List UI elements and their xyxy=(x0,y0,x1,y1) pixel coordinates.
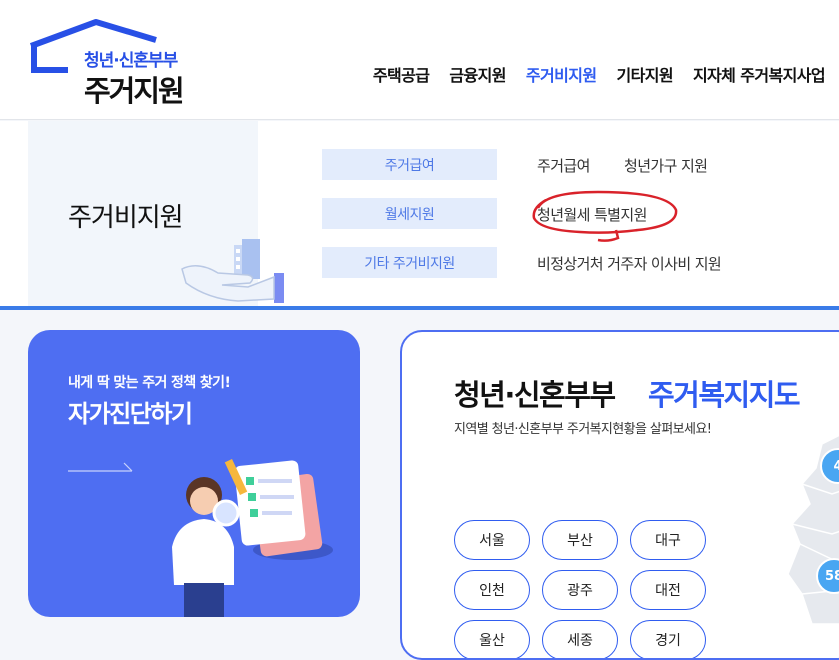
region-button-gyeonggi[interactable]: 경기 xyxy=(630,620,706,658)
nav-housing-cost-support[interactable]: 주거비지원 xyxy=(526,62,597,86)
submenu-divider xyxy=(0,306,839,310)
link-housing-benefit[interactable]: 주거급여 xyxy=(537,155,590,176)
submenu-title-box: 주거비지원 xyxy=(28,121,284,306)
region-button-gwangju[interactable]: 광주 xyxy=(542,570,618,610)
region-button-incheon[interactable]: 인천 xyxy=(454,570,530,610)
region-button-daegu[interactable]: 대구 xyxy=(630,520,706,560)
self-check-card[interactable]: 내게 딱 맞는 주거 정책 찾기! 자가진단하기 xyxy=(28,330,360,617)
welfare-map-card: 청년·신혼부부 주거복지지도 지역별 청년·신혼부부 주거복지현황을 살펴보세요… xyxy=(400,330,839,660)
region-button-ulsan[interactable]: 울산 xyxy=(454,620,530,658)
self-check-title: 자가진단하기 xyxy=(68,400,193,428)
region-button-daejeon[interactable]: 대전 xyxy=(630,570,706,610)
submenu-title: 주거비지원 xyxy=(68,203,184,233)
main-navigation: 주택공급 금융지원 주거비지원 기타지원 지자체 주거복지사업 xyxy=(353,62,826,86)
nav-other-support[interactable]: 기타지원 xyxy=(616,62,673,86)
region-button-sejong[interactable]: 세종 xyxy=(542,620,618,658)
person-checklist-illustration xyxy=(172,458,333,617)
submenu-panel: 주거비지원 주거급여 월세지원 기타 주거비지원 주거급여 청년가구 지원 청년… xyxy=(0,121,839,306)
category-rent-support[interactable]: 월세지원 xyxy=(322,198,497,229)
hand-building-icon xyxy=(181,239,284,303)
link-moving-cost-support[interactable]: 비정상거처 거주자 이사비 지원 xyxy=(537,253,722,274)
nav-finance-support[interactable]: 금융지원 xyxy=(449,62,506,86)
link-youth-household[interactable]: 청년가구 지원 xyxy=(624,155,708,176)
site-header: 청년·신혼부부 주거지원 주택공급 금융지원 주거비지원 기타지원 지자체 주거… xyxy=(0,0,839,120)
region-button-busan[interactable]: 부산 xyxy=(542,520,618,560)
nav-local-welfare[interactable]: 지자체 주거복지사업 xyxy=(693,62,826,86)
self-check-subtitle: 내게 딱 맞는 주거 정책 찾기! xyxy=(68,375,231,391)
welfare-map-title: 청년·신혼부부 xyxy=(454,378,616,412)
region-button-seoul[interactable]: 서울 xyxy=(454,520,530,560)
red-highlight-circle xyxy=(532,190,678,242)
welfare-map-description: 지역별 청년·신혼부부 주거복지현황을 살펴보세요! xyxy=(454,422,712,437)
nav-housing-supply[interactable]: 주택공급 xyxy=(373,62,430,86)
category-housing-benefit[interactable]: 주거급여 xyxy=(322,149,497,180)
site-logo[interactable]: 청년·신혼부부 주거지원 xyxy=(28,18,208,108)
arrow-right-icon xyxy=(68,462,133,472)
logo-title: 주거지원 xyxy=(84,74,185,108)
category-other-housing-cost[interactable]: 기타 주거비지원 xyxy=(322,247,497,278)
welfare-map-title-accent: 주거복지지도 xyxy=(648,378,801,412)
